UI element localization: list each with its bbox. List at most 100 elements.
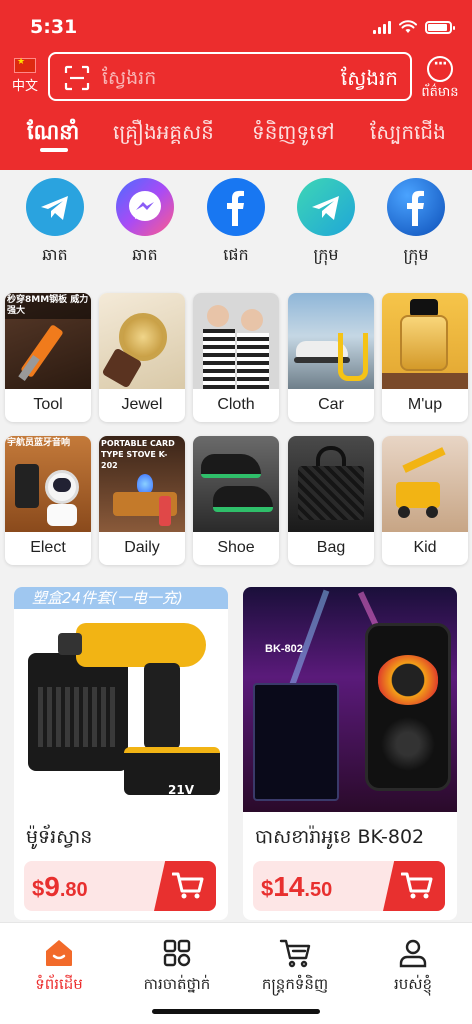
messages-button[interactable]: ព័ត៌មាន xyxy=(418,56,462,103)
category-image xyxy=(193,436,279,532)
wifi-icon xyxy=(399,20,417,33)
category-banner: PORTABLE CARD TYPE STOVE K-202 xyxy=(101,439,175,470)
telegram-icon xyxy=(297,178,355,236)
category-tool[interactable]: 秒穿8MM钢板 威力强大 Tool xyxy=(5,293,91,422)
social-item-telegram-group[interactable]: ក្រុម xyxy=(291,178,361,268)
category-bag[interactable]: Bag xyxy=(288,436,374,565)
product-image: BK-802 xyxy=(243,587,457,812)
tab-general[interactable]: ទំនិញទូទៅ xyxy=(252,119,335,149)
product-image: 塑盒24件套(一电一充) 21V xyxy=(14,587,228,812)
price-bar: $9.80 xyxy=(24,861,216,911)
category-electronics[interactable]: 宇航员蓝牙音响 Elect xyxy=(5,436,91,565)
category-daily[interactable]: PORTABLE CARD TYPE STOVE K-202 Daily xyxy=(99,436,185,565)
cart-icon xyxy=(240,937,350,969)
category-jewel[interactable]: Jewel xyxy=(99,293,185,422)
category-label: Kid xyxy=(413,539,437,556)
category-banner: 宇航员蓝牙音响 xyxy=(7,438,71,448)
category-label: Bag xyxy=(316,539,346,556)
cart-icon xyxy=(401,872,433,899)
user-icon xyxy=(358,937,468,969)
category-image xyxy=(288,436,374,532)
category-label: Cloth xyxy=(217,396,255,413)
nav-cart[interactable]: កន្ត្រកទំនិញ xyxy=(240,937,350,997)
social-label: ផេក xyxy=(223,245,249,264)
price-bar: $14.50 xyxy=(253,861,445,911)
tab-electric[interactable]: គ្រឿងអគ្គសនី xyxy=(113,119,214,149)
social-label: ឆាត xyxy=(132,245,158,264)
language-switch[interactable]: 中文 xyxy=(10,57,40,94)
category-tabs: ណែនាំ គ្រឿងអគ្គសនី ទំនិញទូទៅ ស្បែកជើង xyxy=(0,115,472,157)
social-item-telegram-chat[interactable]: ឆាត xyxy=(20,178,90,268)
scan-icon[interactable] xyxy=(64,65,90,91)
product-price: $14.50 xyxy=(261,871,333,902)
category-label: Elect xyxy=(30,539,66,556)
category-label: Jewel xyxy=(121,396,163,413)
status-time: 5:31 xyxy=(30,16,78,38)
chat-dots-icon xyxy=(427,56,453,82)
search-bar[interactable]: ស្វែងរក ស្វែងរក xyxy=(48,52,412,101)
cart-icon xyxy=(172,872,204,899)
nav-label: របស់ខ្ញុំ xyxy=(393,975,433,993)
social-item-facebook-page[interactable]: ផេក xyxy=(201,178,271,268)
search-button[interactable]: ស្វែងរក xyxy=(341,65,398,95)
active-tab-indicator xyxy=(40,148,68,152)
category-image xyxy=(382,293,468,389)
product-name: ម៉ូទ័រស្វាន xyxy=(26,826,93,848)
category-label: Shoe xyxy=(217,539,255,556)
product-name: បាសខារ៉ាអូខេ BK-802 xyxy=(255,826,425,848)
social-item-facebook-group[interactable]: ក្រុម xyxy=(381,178,451,268)
social-item-messenger-chat[interactable]: ឆាត xyxy=(110,178,180,268)
add-to-cart-button[interactable] xyxy=(154,861,216,911)
category-makeup[interactable]: M'up xyxy=(382,293,468,422)
product-banner: 塑盒24件套(一电一充) xyxy=(14,587,228,609)
app-header: 5:31 中文 ស្វែងរក ស្វែងរក ព័ត៌មាន ណែនាំ xyxy=(0,0,472,170)
status-icons xyxy=(373,20,455,34)
grid-icon xyxy=(122,937,232,969)
status-bar: 5:31 xyxy=(0,0,472,52)
social-links: ឆាត ឆាត ផេក ក្រុម ក្រុម xyxy=(0,170,472,280)
category-car[interactable]: Car xyxy=(288,293,374,422)
social-label: ឆាត xyxy=(42,245,68,264)
add-to-cart-button[interactable] xyxy=(383,861,445,911)
nav-label: កន្ត្រកទំនិញ xyxy=(261,975,329,993)
tab-shoes[interactable]: ស្បែកជើង xyxy=(370,119,446,149)
nav-categories[interactable]: ការចាត់ថ្នាក់ xyxy=(122,937,232,997)
category-image: 秒穿8MM钢板 威力强大 xyxy=(5,293,91,389)
nav-label: ការចាត់ថ្នាក់ xyxy=(143,975,211,993)
category-kid[interactable]: Kid xyxy=(382,436,468,565)
category-image xyxy=(288,293,374,389)
facebook-icon xyxy=(207,178,265,236)
home-indicator xyxy=(152,1009,320,1014)
telegram-icon xyxy=(26,178,84,236)
nav-profile[interactable]: របស់ខ្ញុំ xyxy=(358,937,468,997)
product-badge: 21V xyxy=(168,783,194,797)
facebook-icon xyxy=(387,178,445,236)
category-image: PORTABLE CARD TYPE STOVE K-202 xyxy=(99,436,185,532)
category-label: Daily xyxy=(124,539,160,556)
language-label: 中文 xyxy=(11,79,38,94)
messenger-icon xyxy=(116,178,174,236)
category-shoe[interactable]: Shoe xyxy=(193,436,279,565)
category-image xyxy=(193,293,279,389)
search-input[interactable]: ស្វែងរក xyxy=(102,66,156,94)
category-label: Car xyxy=(318,396,344,413)
tab-recommend[interactable]: ណែនាំ xyxy=(27,119,79,150)
product-badge: BK-802 xyxy=(265,643,303,655)
china-flag-icon xyxy=(14,57,36,73)
signal-icon xyxy=(373,20,391,34)
category-label: M'up xyxy=(407,396,443,413)
product-card[interactable]: BK-802 បាសខារ៉ាអូខេ BK-802 $14.50 xyxy=(243,587,457,920)
category-image xyxy=(99,293,185,389)
category-label: Tool xyxy=(33,396,63,413)
product-price: $9.80 xyxy=(32,871,88,902)
nav-label: ទំព័រដើម xyxy=(35,975,83,993)
category-banner: 秒穿8MM钢板 威力强大 xyxy=(5,293,91,319)
nav-home[interactable]: ទំព័រដើម xyxy=(4,937,114,997)
messages-label: ព័ត៌មាន xyxy=(421,85,459,100)
social-label: ក្រុម xyxy=(403,245,429,264)
social-label: ក្រុម xyxy=(313,245,339,264)
category-image xyxy=(382,436,468,532)
category-cloth[interactable]: Cloth xyxy=(193,293,279,422)
product-card[interactable]: 塑盒24件套(一电一充) 21V ម៉ូទ័រស្វាន $9.80 xyxy=(14,587,228,920)
home-icon xyxy=(4,937,114,969)
